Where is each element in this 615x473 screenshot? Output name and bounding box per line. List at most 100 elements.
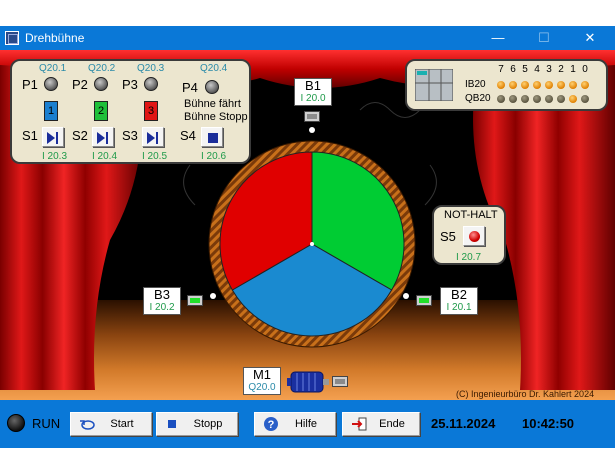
p2-address: Q20.2 (88, 63, 116, 74)
play-icon (147, 132, 155, 144)
sensor-b3-address: I 20.2 (149, 302, 175, 313)
qb20-bit-led (497, 95, 505, 103)
ib20-label: IB20 (465, 79, 486, 90)
io-bit-number: 6 (510, 64, 516, 75)
io-bit-number: 2 (558, 64, 564, 75)
p3-address: Q20.3 (137, 63, 165, 74)
p2-lamp (94, 77, 108, 91)
motor-m1-name: M1 (252, 367, 272, 382)
sensor-b2-dot (403, 293, 409, 299)
s2-address: I 20.4 (92, 151, 118, 162)
sensor-b1-led (304, 111, 320, 122)
position-indicator-2: 2 (94, 101, 108, 121)
io-panel: 76543210 IB20 QB20 (405, 59, 608, 111)
p4-text-stop: Bühne Stopp (184, 111, 248, 123)
stop-button[interactable]: Stopp (156, 412, 238, 436)
s2-button[interactable] (92, 127, 114, 147)
sensor-b3-led (187, 295, 203, 306)
ib20-bit-led (509, 81, 517, 89)
emergency-stop-panel: NOT-HALT S5 I 20.7 (432, 205, 506, 265)
p4-label: P4 (182, 80, 198, 95)
s1-address: I 20.3 (42, 151, 68, 162)
help-button[interactable]: ? Hilfe (254, 412, 336, 436)
p1-label: P1 (22, 77, 38, 92)
s5-address: I 20.7 (456, 252, 482, 263)
s4-address: I 20.6 (201, 151, 227, 162)
exit-button[interactable]: Ende (342, 412, 420, 436)
emergency-stop-button[interactable] (463, 226, 485, 246)
plc-icon (415, 69, 453, 101)
copyright-text: (C) Ingenieurbüro Dr. Kahlert 2024 (456, 389, 595, 399)
maximize-button[interactable]: ☐ (524, 28, 564, 48)
ib20-bit-led (557, 81, 565, 89)
p1-lamp (44, 77, 58, 91)
p4-lamp (205, 80, 219, 94)
sensor-b1-name: B1 (305, 78, 321, 93)
p3-lamp (144, 77, 158, 91)
io-bit-number: 5 (522, 64, 528, 75)
app-icon (5, 31, 19, 45)
sensor-b3: B3 I 20.2 (143, 287, 181, 315)
run-status-led (7, 414, 25, 432)
emergency-stop-icon (469, 231, 480, 242)
sensor-b2-led (416, 295, 432, 306)
motor-m1-address: Q20.0 (248, 382, 276, 393)
p4-address: Q20.4 (200, 63, 228, 74)
start-button[interactable]: Start (70, 412, 152, 436)
p1-address: Q20.1 (39, 63, 67, 74)
ib20-bit-led (497, 81, 505, 89)
motor-m1: M1 Q20.0 (243, 367, 281, 395)
minimize-button[interactable]: — (478, 28, 518, 48)
io-bit-number: 1 (570, 64, 576, 75)
app-window: Drehbühne — ☐ ✕ Q20.1 Q20.2 Q20.3 Q20.4 … (0, 0, 615, 473)
s4-button[interactable] (201, 127, 223, 147)
s1-button[interactable] (42, 127, 64, 147)
qb20-bit-led (521, 95, 529, 103)
sensor-b2-name: B2 (451, 287, 467, 302)
ib20-bit-led (545, 81, 553, 89)
qb20-bit-led (533, 95, 541, 103)
run-status-label: RUN (32, 416, 61, 431)
qb20-bit-led (545, 95, 553, 103)
qb20-label: QB20 (465, 93, 491, 104)
io-bit-number: 4 (534, 64, 540, 75)
p4-text-running: Bühne fährt (184, 98, 241, 110)
s2-label: S2 (72, 128, 88, 143)
ib20-bit-led (521, 81, 529, 89)
io-bit-number: 7 (498, 64, 504, 75)
sensor-b3-name: B3 (154, 287, 170, 302)
play-icon (47, 132, 55, 144)
control-panel: Q20.1 Q20.2 Q20.3 Q20.4 P1 P2 P3 P4 1 2 … (10, 59, 251, 164)
position-indicator-1: 1 (44, 101, 58, 121)
close-button[interactable]: ✕ (570, 28, 610, 48)
position-indicator-3: 3 (144, 101, 158, 121)
sensor-b2: B2 I 20.1 (440, 287, 478, 315)
sensor-b1: B1 I 20.0 (294, 78, 332, 106)
s1-label: S1 (22, 128, 38, 143)
s3-label: S3 (122, 128, 138, 143)
play-icon (97, 132, 105, 144)
io-bit-number: 0 (582, 64, 588, 75)
motor-m1-led (332, 376, 348, 387)
sensor-b3-dot (210, 293, 216, 299)
window-title: Drehbühne (25, 31, 85, 45)
bottom-toolbar: RUN Start Stopp ? Hilfe Ende 25.11.2024 … (0, 400, 615, 448)
s3-button[interactable] (142, 127, 164, 147)
stop-icon (208, 133, 218, 143)
s3-address: I 20.5 (142, 151, 168, 162)
p2-label: P2 (72, 77, 88, 92)
qb20-bit-led (581, 95, 589, 103)
p3-label: P3 (122, 77, 138, 92)
time-display: 10:42:50 (522, 416, 575, 431)
qb20-bit-led (569, 95, 577, 103)
qb20-bit-led (509, 95, 517, 103)
window-bottom-margin (0, 448, 615, 473)
date-display: 25.11.2024 (431, 416, 496, 431)
title-bar: Drehbühne — ☐ ✕ (0, 26, 615, 50)
sensor-b1-address: I 20.0 (300, 93, 326, 104)
emergency-stop-title: NOT-HALT (444, 209, 498, 221)
s5-label: S5 (440, 229, 456, 244)
turntable (208, 140, 416, 348)
io-bit-number: 3 (546, 64, 552, 75)
sensor-b1-dot (309, 127, 315, 133)
